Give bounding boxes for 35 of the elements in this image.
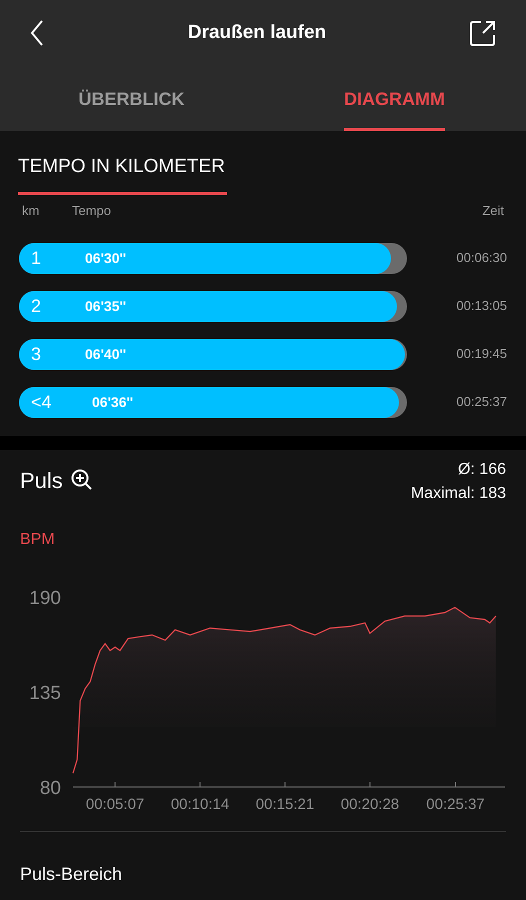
section-title: Puls-Bereich — [20, 863, 122, 886]
time-value: 00:19:45 — [456, 345, 507, 364]
x-tick-label: 00:15:21 — [256, 796, 314, 813]
back-icon[interactable] — [30, 20, 44, 46]
y-tick-label: 135 — [29, 683, 61, 704]
pace-value: 06'40'' — [85, 344, 126, 364]
zoom-in-icon[interactable] — [70, 469, 93, 491]
axis-unit: BPM — [20, 530, 56, 550]
x-tick-label: 00:10:14 — [170, 796, 230, 813]
km-label: 2 — [31, 294, 42, 318]
section-title: Puls — [20, 466, 63, 494]
time-value: 00:06:30 — [456, 249, 507, 268]
time-value: 00:13:05 — [456, 297, 507, 316]
section-title: TEMPO IN KILOMETER — [18, 153, 227, 194]
pace-value: 06'35'' — [85, 296, 126, 316]
column-header: Zeit — [482, 202, 504, 220]
pace-value: 06'36'' — [92, 392, 134, 412]
column-header: km — [22, 202, 40, 220]
average-value: Ø: 166 — [458, 460, 506, 480]
x-tick-label: 00:20:28 — [340, 796, 400, 813]
tab[interactable]: DIAGRAMM — [263, 66, 526, 131]
x-tick-label: 00:05:07 — [86, 796, 144, 813]
km-label: <4 — [31, 390, 52, 414]
tab[interactable]: ÜBERBLICK — [0, 66, 263, 131]
pace-value: 06'30'' — [85, 248, 126, 268]
maximum-value: Maximal: 183 — [410, 484, 506, 504]
y-tick-label: 80 — [40, 778, 61, 799]
time-value: 00:25:37 — [456, 393, 507, 412]
share-icon[interactable] — [470, 20, 496, 46]
y-tick-label: 190 — [29, 588, 61, 609]
x-tick-label: 00:25:37 — [426, 796, 485, 813]
km-label: 1 — [31, 246, 42, 270]
km-label: 3 — [31, 342, 42, 366]
column-header: Tempo — [72, 202, 112, 220]
screen-title: Draußen laufen — [188, 20, 326, 45]
